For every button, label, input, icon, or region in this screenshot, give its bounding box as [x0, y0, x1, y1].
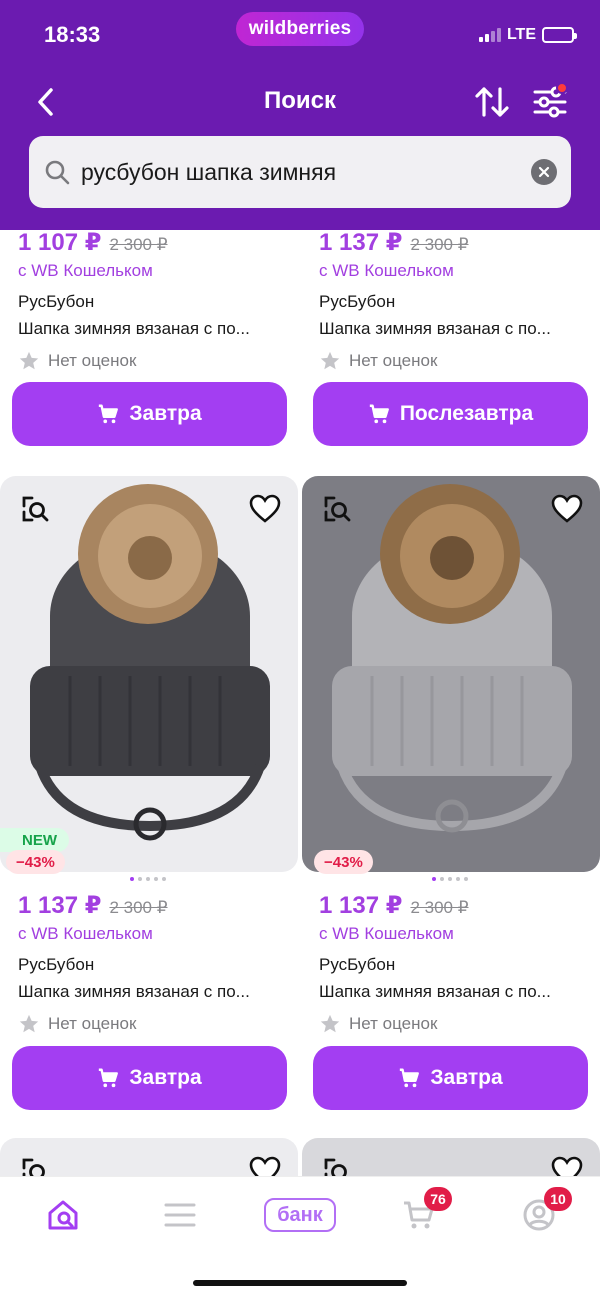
sort-icon [475, 87, 509, 117]
home-indicator [193, 1280, 407, 1286]
product-rating: Нет оценок [319, 350, 600, 372]
brand-logo: wildberries [236, 12, 364, 46]
rating-label: Нет оценок [349, 1014, 438, 1033]
product-rating: Нет оценок [18, 350, 306, 372]
heart-icon[interactable] [550, 492, 584, 526]
filter-active-dot [556, 82, 568, 94]
heart-icon[interactable] [248, 492, 282, 526]
delivery-label: Завтра [430, 1066, 503, 1089]
discount-badge: −43% [6, 850, 65, 874]
product-old-price: 2 300 ₽ [410, 898, 469, 917]
sort-button[interactable] [472, 82, 512, 122]
rating-label: Нет оценок [349, 351, 438, 370]
product-brand: РусБубон [18, 955, 95, 974]
product-rating: Нет оценок [319, 1013, 600, 1035]
profile-count-badge: 10 [544, 1187, 572, 1211]
wallet-note: с WB Кошельком [18, 261, 153, 280]
bank-label: банк [264, 1198, 336, 1232]
product-title: Шапка зимняя вязаная с по... [18, 319, 250, 338]
hat-image [30, 484, 270, 841]
add-to-cart-button[interactable]: Завтра [12, 1046, 287, 1110]
product-title: Шапка зимняя вязаная с по... [319, 982, 551, 1001]
product-card[interactable]: 1 137 ₽ 2 300 ₽ с WB Кошельком РусБубон Ш… [18, 891, 306, 1035]
star-icon [19, 1014, 39, 1033]
photo-pagination [432, 877, 468, 881]
clear-search-button[interactable] [531, 159, 557, 185]
product-price: 1 137 ₽ [18, 892, 102, 919]
menu-icon [164, 1203, 196, 1227]
search-query[interactable]: русбубон шапка зимняя [81, 159, 531, 186]
network-label: LTE [506, 26, 536, 43]
delivery-label: Послезавтра [399, 402, 534, 425]
tab-catalog[interactable] [155, 1193, 205, 1237]
add-to-cart-button[interactable]: Завтра [12, 382, 287, 446]
bottom-tab-bar: банк 76 10 [0, 1176, 600, 1297]
add-to-cart-button[interactable]: Завтра [313, 1046, 588, 1110]
product-old-price: 2 300 ₽ [109, 898, 168, 917]
search-icon [43, 158, 71, 186]
product-old-price: 2 300 ₽ [109, 235, 168, 254]
tab-profile[interactable]: 10 [514, 1187, 572, 1237]
cart-icon [400, 1068, 420, 1088]
star-icon [320, 351, 340, 370]
product-card[interactable]: 1 137 ₽ 2 300 ₽ с WB Кошельком РусБубон Ш… [319, 228, 600, 372]
close-icon [538, 166, 550, 178]
product-brand: РусБубон [319, 292, 396, 311]
product-title: Шапка зимняя вязаная с по... [319, 319, 551, 338]
signal-icon [478, 28, 501, 42]
cart-icon [99, 1068, 119, 1088]
wallet-note: с WB Кошельком [319, 261, 454, 280]
hat-image [332, 484, 572, 833]
wallet-note: с WB Кошельком [319, 924, 454, 943]
add-to-cart-button[interactable]: Послезавтра [313, 382, 588, 446]
product-brand: РусБубон [18, 292, 95, 311]
delivery-label: Завтра [129, 1066, 202, 1089]
product-old-price: 2 300 ₽ [410, 235, 469, 254]
discount-badge: −43% [314, 850, 373, 874]
cart-count-badge: 76 [424, 1187, 452, 1211]
rating-label: Нет оценок [48, 351, 137, 370]
star-icon [19, 351, 39, 370]
battery-icon [542, 27, 577, 43]
wallet-note: с WB Кошельком [18, 924, 153, 943]
tab-cart[interactable]: 76 [394, 1187, 452, 1237]
search-input[interactable]: русбубон шапка зимняя [29, 136, 571, 208]
new-badge: NEW [0, 828, 69, 852]
filter-button[interactable] [530, 82, 570, 122]
status-time: 18:33 [44, 22, 101, 47]
star-icon [320, 1014, 340, 1033]
rating-label: Нет оценок [48, 1014, 137, 1033]
delivery-label: Завтра [129, 402, 202, 425]
photo-pagination [130, 877, 166, 881]
cart-icon [369, 404, 389, 424]
product-card[interactable]: 1 107 ₽ 2 300 ₽ с WB Кошельком РусБубон Ш… [18, 228, 306, 372]
product-price: 1 137 ₽ [319, 229, 403, 256]
product-photo[interactable]: NEW [0, 476, 298, 872]
product-brand: РусБубон [319, 955, 396, 974]
similar-search-icon[interactable] [320, 492, 354, 526]
tab-bank[interactable]: банк [262, 1193, 338, 1237]
status-indicators: LTE [478, 26, 577, 44]
product-card[interactable]: 1 137 ₽ 2 300 ₽ с WB Кошельком РусБубон Ш… [319, 891, 600, 1035]
product-rating: Нет оценок [18, 1013, 306, 1035]
product-photo[interactable] [302, 476, 600, 872]
product-price: 1 107 ₽ [18, 229, 102, 256]
tab-home[interactable] [38, 1193, 88, 1237]
similar-search-icon[interactable] [18, 492, 52, 526]
cart-icon [99, 404, 119, 424]
product-title: Шапка зимняя вязаная с по... [18, 982, 250, 1001]
product-price: 1 137 ₽ [319, 892, 403, 919]
top-header: 18:33 wildberries LTE Поиск русбубон шап… [0, 0, 600, 230]
home-search-icon [48, 1200, 78, 1230]
